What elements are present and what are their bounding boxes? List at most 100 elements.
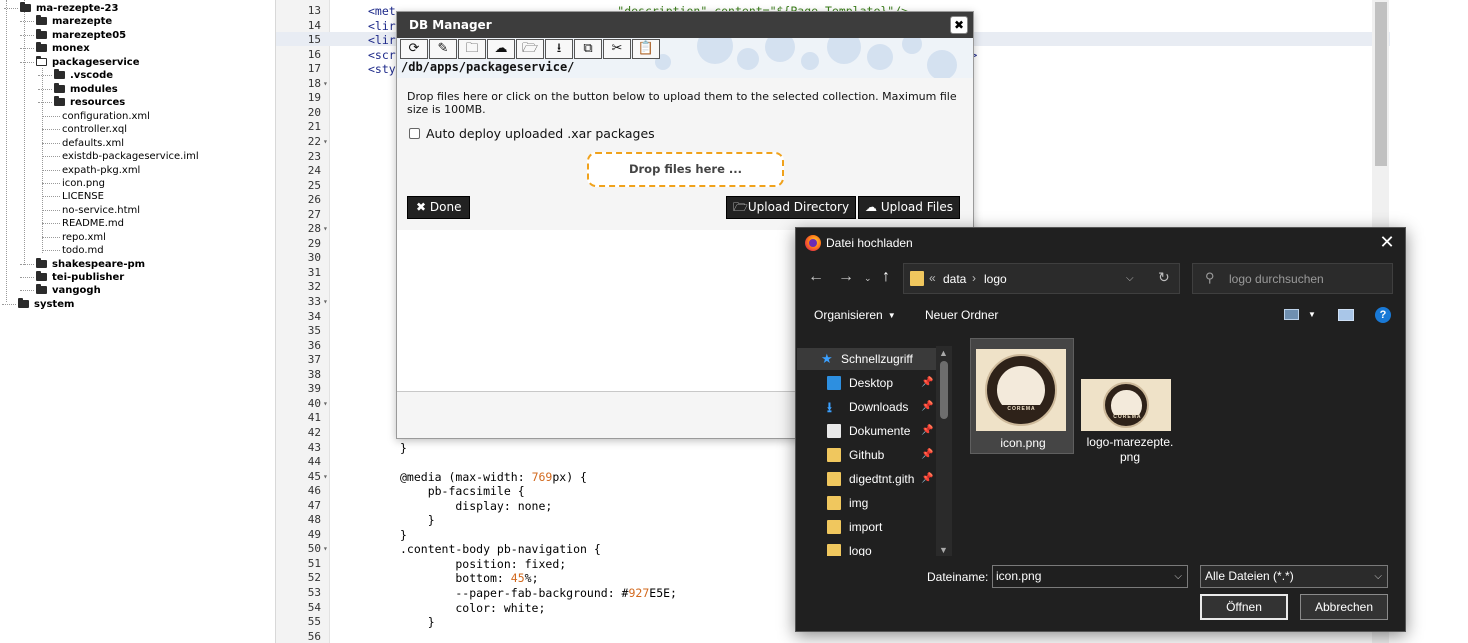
nav-item-downloads[interactable]: ⭳ Downloads 📌 <box>797 396 937 418</box>
drop-zone[interactable]: Drop files here ... <box>587 152 784 187</box>
forward-arrow-icon[interactable]: → <box>838 268 854 286</box>
tree-folder-item[interactable]: .vscode <box>54 69 113 82</box>
tree-file-item[interactable]: expath-pkg.xml <box>62 164 140 177</box>
file-dialog-titlebar[interactable]: Datei hochladen ✕ <box>796 228 1405 258</box>
tree-file-item[interactable]: no-service.html <box>62 204 140 217</box>
tree-file-item[interactable]: todo.md <box>62 244 104 257</box>
nav-item-import[interactable]: import <box>797 516 937 538</box>
tree-folder-item[interactable]: tei-publisher <box>36 271 124 284</box>
copy-icon[interactable]: ⧉ <box>574 39 602 59</box>
chevron-down-icon[interactable]: ▼ <box>1308 310 1316 319</box>
nav-item-img[interactable]: img <box>797 492 937 514</box>
upload-icon[interactable]: ☁ <box>487 39 515 59</box>
tree-folder-item[interactable]: packageservice <box>36 56 140 69</box>
help-icon[interactable]: ? <box>1375 307 1391 323</box>
tree-folder-item[interactable]: ma-rezepte-23 <box>20 2 118 15</box>
tree-file-item[interactable]: repo.xml <box>62 231 106 244</box>
file-item[interactable]: COREMA logo-marezepte. png <box>1078 338 1182 464</box>
tree-file-item[interactable]: icon.png <box>62 177 105 190</box>
fold-toggle-icon[interactable]: ▾ <box>323 135 328 149</box>
navigation-scrollbar[interactable]: ▲ ▼ <box>936 346 952 557</box>
code-line[interactable]: <sty <box>368 62 396 76</box>
tree-file-item[interactable]: configuration.xml <box>62 110 150 123</box>
fold-toggle-icon[interactable]: ▾ <box>323 77 328 91</box>
code-line[interactable]: pb-facsimile { <box>400 484 525 498</box>
chevron-down-icon[interactable]: ⌵ <box>1126 273 1134 284</box>
auto-deploy-checkbox[interactable] <box>409 128 420 139</box>
recent-locations-chevron-icon[interactable]: ⌄ <box>864 273 872 284</box>
code-line[interactable]: position: fixed; <box>400 557 566 571</box>
nav-item-schnellzugriff[interactable]: ★ Schnellzugriff <box>797 348 937 370</box>
new-folder-button[interactable]: Neuer Ordner <box>925 308 998 322</box>
fold-toggle-icon[interactable]: ▾ <box>323 397 328 411</box>
up-arrow-icon[interactable]: ↑ <box>882 268 890 286</box>
code-line[interactable]: } <box>400 528 407 542</box>
auto-deploy-option[interactable]: Auto deploy uploaded .xar packages <box>409 126 655 141</box>
paste-icon[interactable]: 📋 <box>632 39 660 59</box>
open-icon[interactable]: 🗁 <box>516 39 544 59</box>
filename-input[interactable]: icon.png ⌵ <box>992 565 1188 588</box>
code-line[interactable]: color: white; <box>400 601 545 615</box>
fold-toggle-icon[interactable]: ▾ <box>323 295 328 309</box>
close-icon[interactable]: ✕ <box>1377 232 1397 252</box>
chevron-down-icon[interactable]: ⌵ <box>1174 566 1182 587</box>
code-line[interactable]: } <box>400 441 407 455</box>
tree-folder-item[interactable]: modules <box>54 83 118 96</box>
code-line[interactable]: .content-body pb-navigation { <box>400 542 601 556</box>
tree-folder-item[interactable]: vangogh <box>36 284 101 297</box>
tree-folder-item[interactable]: marezepte <box>36 15 112 28</box>
tree-file-item[interactable]: LICENSE <box>62 190 104 203</box>
scroll-down-icon[interactable]: ▼ <box>939 545 948 555</box>
code-line[interactable]: } <box>400 513 435 527</box>
code-line[interactable]: <lir <box>368 19 396 33</box>
tree-folder-item[interactable]: system <box>18 298 74 311</box>
open-button[interactable]: Öffnen <box>1200 594 1288 620</box>
fold-toggle-icon[interactable]: ▾ <box>323 542 328 556</box>
refresh-icon[interactable]: ⟳ <box>400 39 428 59</box>
db-manager-titlebar[interactable]: DB Manager ✖ <box>397 12 973 38</box>
fold-toggle-icon[interactable]: ▾ <box>323 470 328 484</box>
breadcrumb-logo[interactable]: logo <box>984 272 1007 286</box>
edit-icon[interactable]: ✎ <box>429 39 457 59</box>
nav-item-desktop[interactable]: Desktop 📌 <box>797 372 937 394</box>
fold-toggle-icon[interactable]: ▾ <box>323 222 328 236</box>
tree-folder-item[interactable]: monex <box>36 42 90 55</box>
file-item[interactable]: COREMA icon.png <box>970 338 1074 454</box>
organize-menu[interactable]: Organisieren ▼ <box>814 308 896 322</box>
path-overflow[interactable]: « <box>929 271 936 285</box>
tree-file-item[interactable]: defaults.xml <box>62 137 124 150</box>
filetype-select[interactable]: Alle Dateien (*.*) ⌵ <box>1200 565 1388 588</box>
nav-item-dokumente[interactable]: Dokumente 📌 <box>797 420 937 442</box>
code-line[interactable]: @media (max-width: 769px) { <box>400 470 587 484</box>
breadcrumb-data[interactable]: data <box>943 272 966 286</box>
new-collection-icon[interactable]: 🗀 <box>458 39 486 59</box>
upload-directory-button[interactable]: 🗁Upload Directory <box>726 196 857 219</box>
download-icon[interactable]: ⭳ <box>545 39 573 59</box>
preview-pane-icon[interactable] <box>1338 309 1354 321</box>
scroll-thumb[interactable] <box>940 361 948 419</box>
done-button[interactable]: ✖ Done <box>407 196 471 219</box>
close-icon[interactable]: ✖ <box>950 16 968 34</box>
editor-scroll-thumb[interactable] <box>1375 2 1387 166</box>
nav-item-digedtnt-gith[interactable]: digedtnt.gith 📌 <box>797 468 937 490</box>
code-line[interactable]: bottom: 45%; <box>400 571 538 585</box>
nav-item-logo[interactable]: logo <box>797 540 937 557</box>
code-line[interactable]: <lir <box>368 33 396 47</box>
view-options-icon[interactable] <box>1284 309 1299 320</box>
tree-folder-item[interactable]: marezepte05 <box>36 29 126 42</box>
tree-folder-item[interactable]: resources <box>54 96 125 109</box>
tree-file-item[interactable]: README.md <box>62 217 124 230</box>
back-arrow-icon[interactable]: ← <box>808 268 824 286</box>
tree-file-item[interactable]: existdb-packageservice.iml <box>62 150 199 163</box>
scroll-up-icon[interactable]: ▲ <box>939 348 948 358</box>
search-input[interactable]: ⚲ logo durchsuchen <box>1192 263 1393 294</box>
upload-files-button[interactable]: ☁ Upload Files <box>858 196 961 219</box>
code-line[interactable]: } <box>400 615 435 629</box>
address-bar[interactable]: « data › logo ⌵ ↻ <box>903 263 1180 294</box>
code-line[interactable]: display: none; <box>400 499 552 513</box>
cut-icon[interactable]: ✂ <box>603 39 631 59</box>
refresh-icon[interactable]: ↻ <box>1158 269 1170 286</box>
cancel-button[interactable]: Abbrechen <box>1300 594 1388 620</box>
code-line[interactable]: --paper-fab-background: #927E5E; <box>400 586 677 600</box>
nav-item-github[interactable]: Github 📌 <box>797 444 937 466</box>
